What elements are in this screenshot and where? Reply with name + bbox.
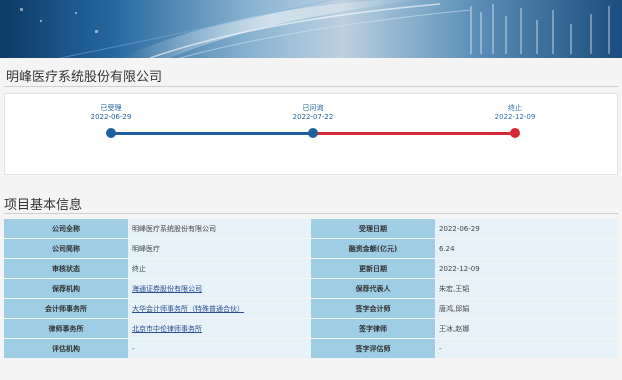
value-signing-appraiser: - (435, 339, 618, 358)
law-firm-link[interactable]: 北京市中伦律师事务所 (132, 325, 202, 333)
timeline-step-1-status: 已受理 (100, 104, 122, 112)
value-accounting-firm: 大华会计师事务所（特殊普通合伙） (128, 299, 311, 318)
label-review-status: 审核状态 (4, 259, 128, 278)
label-full-name: 公司全称 (4, 219, 128, 238)
table-row: 评估机构 - 签字评估师 - (4, 339, 618, 358)
project-info-table: 公司全称 明峰医疗系统股份有限公司 受理日期 2022-06-29 公司简称 明… (4, 218, 618, 359)
label-financing-amount: 融资金额(亿元) (311, 239, 435, 258)
value-financing-amount: 6.24 (435, 239, 618, 258)
company-title: 明峰医疗系统股份有限公司 (6, 70, 163, 85)
timeline-dot-accepted (106, 128, 116, 138)
table-row: 审核状态 终止 更新日期 2022-12-09 (4, 259, 618, 278)
table-row: 会计师事务所 大华会计师事务所（特殊普通合伙） 签字会计师 唐鸿,邱娟 (4, 299, 618, 318)
label-accept-date: 受理日期 (311, 219, 435, 238)
timeline-step-1-date: 2022-06-29 (90, 113, 132, 121)
label-signing-lawyer: 签字律师 (311, 319, 435, 338)
value-accept-date: 2022-06-29 (435, 219, 618, 238)
timeline-dot-inquired (308, 128, 318, 138)
value-sponsor: 海通证券股份有限公司 (128, 279, 311, 298)
section-divider (4, 213, 618, 214)
sponsor-link[interactable]: 海通证券股份有限公司 (132, 285, 202, 293)
table-row: 公司简称 明峰医疗 融资金额(亿元) 6.24 (4, 239, 618, 258)
value-law-firm: 北京市中伦律师事务所 (128, 319, 311, 338)
label-sponsor: 保荐机构 (4, 279, 128, 298)
timeline-segment-completed (111, 132, 313, 135)
value-full-name: 明峰医疗系统股份有限公司 (128, 219, 311, 238)
value-short-name: 明峰医疗 (128, 239, 311, 258)
label-short-name: 公司简称 (4, 239, 128, 258)
label-appraisal-firm: 评估机构 (4, 339, 128, 358)
label-law-firm: 律师事务所 (4, 319, 128, 338)
value-appraisal-firm: - (128, 339, 311, 358)
value-review-status: 终止 (128, 259, 311, 278)
value-signing-accountant: 唐鸿,邱娟 (435, 299, 618, 318)
timeline-step-3-date: 2022-12-09 (494, 113, 536, 121)
label-update-date: 更新日期 (311, 259, 435, 278)
timeline-step-2-date: 2022-07-22 (292, 113, 334, 121)
table-row: 公司全称 明峰医疗系统股份有限公司 受理日期 2022-06-29 (4, 219, 618, 238)
timeline-dot-terminated (510, 128, 520, 138)
section-title: 项目基本信息 (4, 198, 83, 213)
timeline-segment-terminated (313, 132, 515, 135)
accounting-firm-link[interactable]: 大华会计师事务所（特殊普通合伙） (132, 305, 244, 313)
value-signing-lawyer: 王冰,赵娜 (435, 319, 618, 338)
table-row: 律师事务所 北京市中伦律师事务所 签字律师 王冰,赵娜 (4, 319, 618, 338)
banner-graphic (0, 0, 622, 58)
label-accounting-firm: 会计师事务所 (4, 299, 128, 318)
label-signing-accountant: 签字会计师 (311, 299, 435, 318)
timeline-step-3-status: 终止 (508, 104, 522, 112)
value-sponsor-rep: 朱宏,王韬 (435, 279, 618, 298)
label-sponsor-rep: 保荐代表人 (311, 279, 435, 298)
table-row: 保荐机构 海通证券股份有限公司 保荐代表人 朱宏,王韬 (4, 279, 618, 298)
title-divider (4, 86, 618, 87)
label-signing-appraiser: 签字评估师 (311, 339, 435, 358)
progress-timeline: 已受理 2022-06-29 已问询 2022-07-22 终止 2022-12… (4, 93, 618, 175)
value-update-date: 2022-12-09 (435, 259, 618, 278)
timeline-step-2-status: 已问询 (302, 104, 324, 112)
header-banner (0, 0, 622, 58)
